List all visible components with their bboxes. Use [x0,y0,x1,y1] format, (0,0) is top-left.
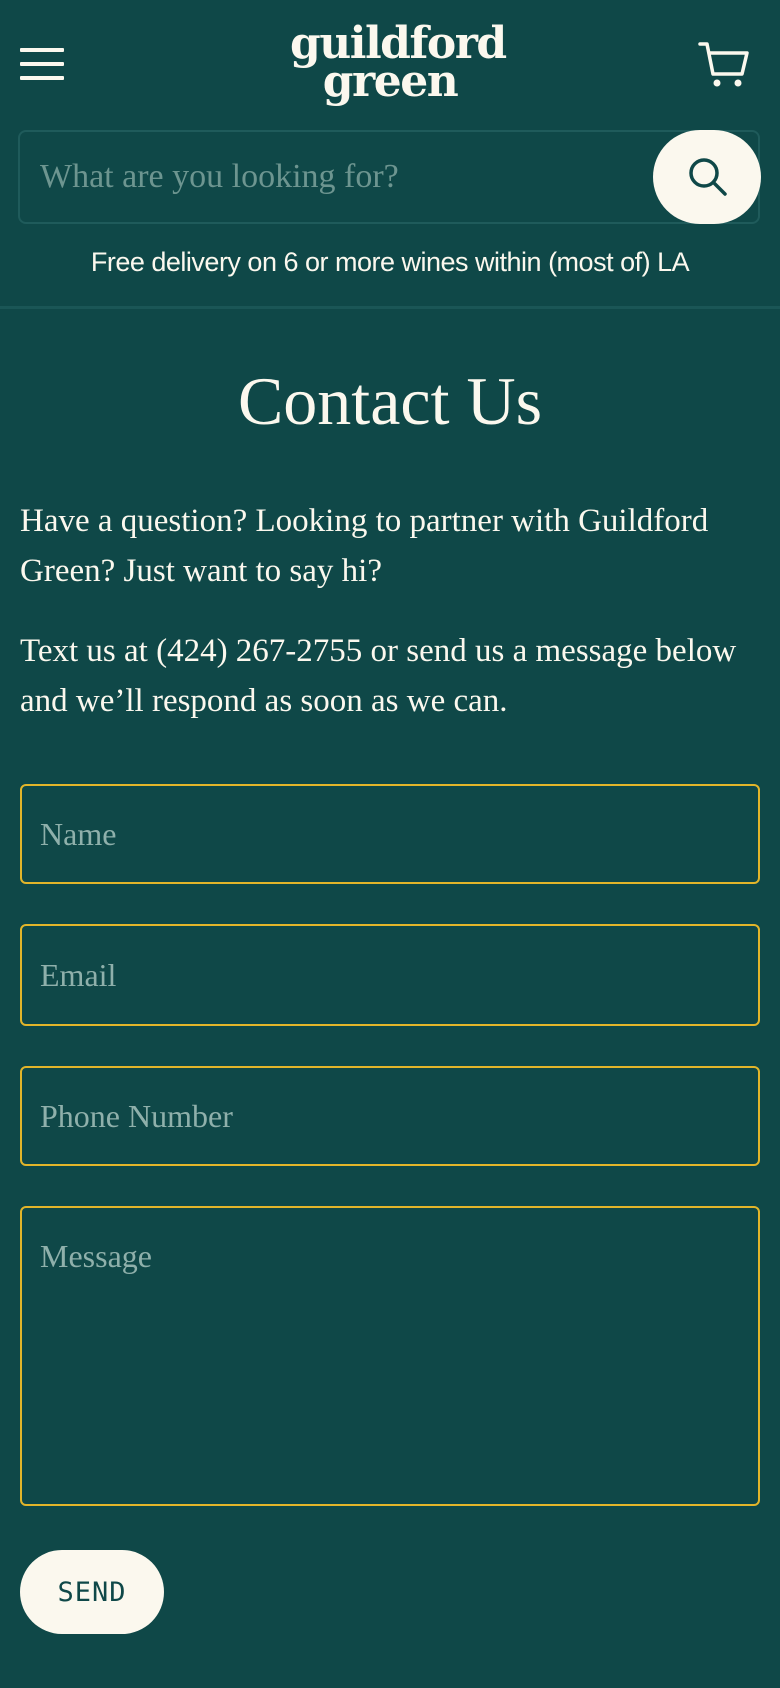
search-bar [18,130,761,224]
hamburger-menu-icon[interactable] [20,46,64,82]
page-title: Contact Us [237,363,543,439]
site-logo[interactable]: guildford green [290,22,507,104]
promo-banner: Free delivery on 6 or more wines within … [90,247,690,277]
search-icon [689,158,727,196]
contact-intro-paragraph: Have a question? Looking to partner with… [20,503,709,589]
email-field[interactable] [20,924,760,1026]
site-header: guildford green Free delivery on 6 or mo… [0,0,780,309]
shopping-cart-icon[interactable] [698,40,750,92]
send-button[interactable]: SEND [20,1550,164,1634]
message-field[interactable] [20,1206,760,1506]
contact-text-paragraph: Text us at (424) 267-2755 or send us a m… [20,633,737,719]
search-button[interactable] [653,130,761,224]
search-input[interactable] [40,148,660,206]
phone-field[interactable] [20,1066,760,1166]
name-field[interactable] [20,784,760,884]
